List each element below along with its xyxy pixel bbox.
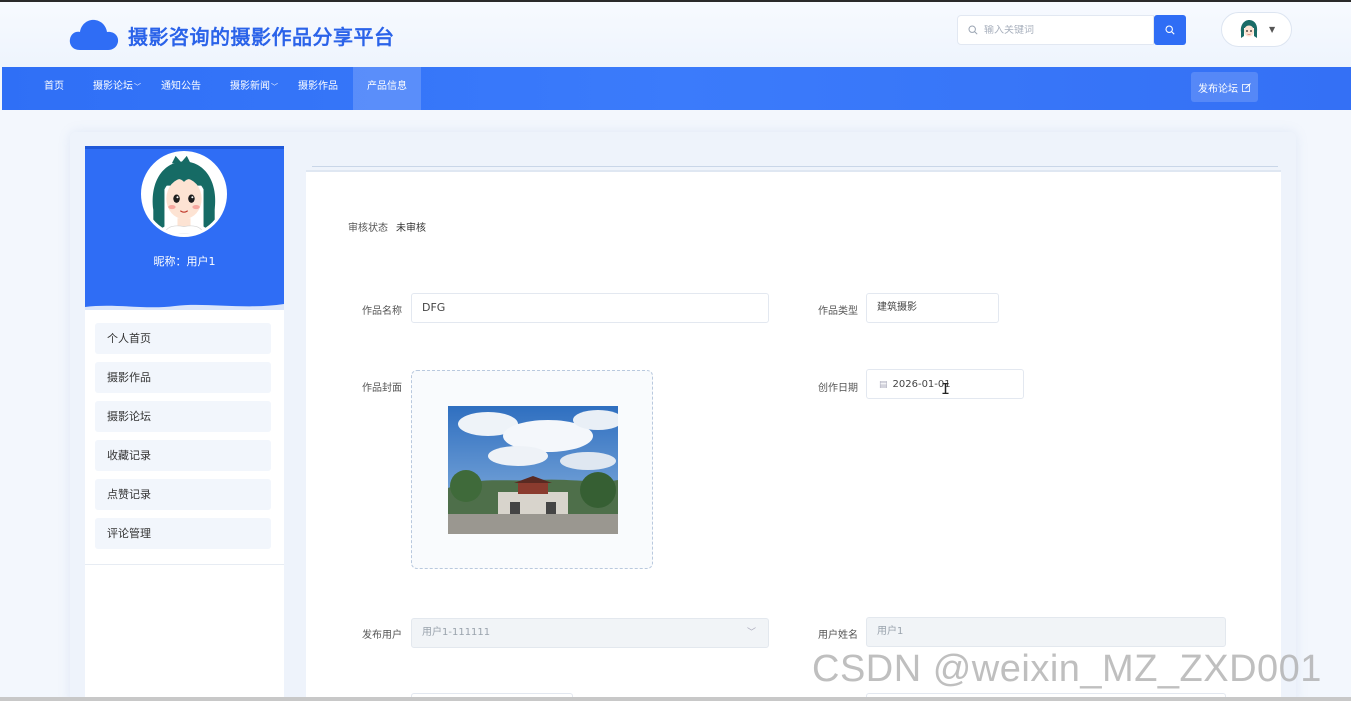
window-bottom-edge [0,697,1351,701]
cover-label: 作品封面 [362,383,402,394]
creation-date-label: 创作日期 [818,383,858,394]
sidebar-item-favorites[interactable]: 收藏记录 [95,440,271,471]
nav-item-products[interactable]: 产品信息 [353,67,421,110]
text-cursor-icon: I [941,380,951,398]
cloud-logo-icon [69,19,119,50]
sidebar-item-home[interactable]: 个人首页 [95,323,271,354]
sidebar-item-works[interactable]: 摄影作品 [95,362,271,393]
divider [312,166,1278,167]
work-name-field[interactable]: DFG [411,293,769,323]
cover-upload[interactable] [411,370,653,569]
publisher-select: 用户1-111111 ﹀ [411,618,769,648]
sidebar-menu: 个人首页 摄影作品 摄影论坛 收藏记录 点赞记录 评论管理 [95,323,273,557]
avatar [1237,17,1261,42]
nickname: 昵称：用户1 [153,255,216,268]
site-title: 摄影咨询的摄影作品分享平台 [128,25,395,49]
profile-panel: 昵称：用户1 [85,146,284,310]
review-status-value: 未审核 [396,223,426,234]
work-type-field[interactable]: 建筑摄影 [866,293,999,323]
nav-item-notices[interactable]: 通知公告 [161,67,201,110]
avatar-illustration [144,154,224,234]
nav-item-home[interactable]: 首页 [44,67,64,110]
publish-forum-button[interactable]: 发布论坛 [1191,72,1258,102]
main-nav: 首页 摄影论坛﹀ 通知公告 摄影新闻﹀ 摄影作品 产品信息 发布论坛 [2,67,1351,110]
edit-icon [1242,82,1251,92]
work-type-label: 作品类型 [818,306,858,317]
divider [85,564,284,565]
username-field: 用户1 [866,617,1226,647]
user-sidebar: 昵称：用户1 个人首页 摄影作品 摄影论坛 收藏记录 点赞记录 评论管理 [85,146,284,701]
search-icon [1165,25,1175,35]
search-box[interactable] [957,15,1154,45]
chevron-down-icon: ﹀ [134,83,141,91]
watermark: CSDN @weixin_MZ_ZXD001 [812,648,1322,690]
sidebar-item-forum[interactable]: 摄影论坛 [95,401,271,432]
work-name-label: 作品名称 [362,306,402,317]
cover-image [448,406,618,534]
search-input[interactable] [984,24,1134,36]
header: 摄影咨询的摄影作品分享平台 ▼ [0,0,1351,67]
caret-down-icon: ▼ [1269,25,1276,34]
nav-item-forum[interactable]: 摄影论坛﹀ [93,67,141,110]
chevron-down-icon: ﹀ [271,83,278,91]
search-button[interactable] [1154,15,1186,45]
username-label: 用户姓名 [818,630,858,641]
wave-decoration [85,300,284,310]
publisher-label: 发布用户 [362,630,402,641]
nav-item-works[interactable]: 摄影作品 [298,67,338,110]
review-status-label: 审核状态 [348,223,388,234]
calendar-icon: ▤ [879,380,888,390]
avatar [141,151,227,237]
search-icon [968,25,978,35]
sidebar-item-comments[interactable]: 评论管理 [95,518,271,549]
sidebar-item-likes[interactable]: 点赞记录 [95,479,271,510]
user-menu[interactable]: ▼ [1221,12,1292,47]
nav-item-news[interactable]: 摄影新闻﹀ [230,67,278,110]
chevron-down-icon: ﹀ [746,628,756,638]
